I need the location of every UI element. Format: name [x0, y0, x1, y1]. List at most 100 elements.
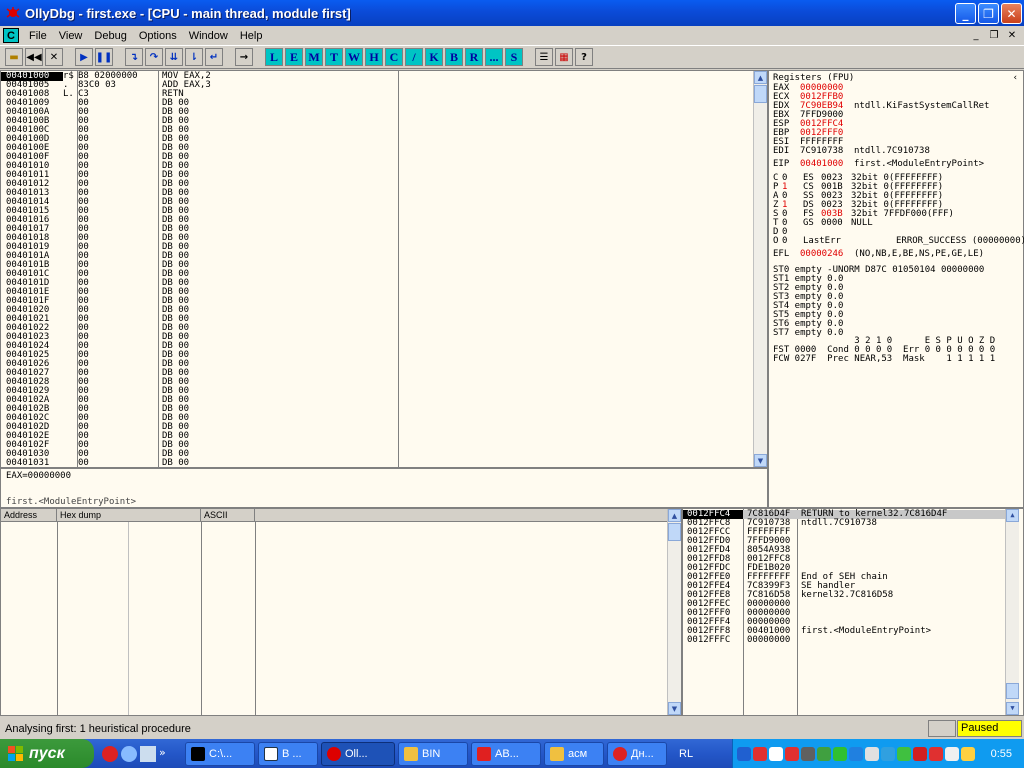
disasm-row[interactable]: 00401025 00 DB 00	[1, 351, 753, 360]
task-ab[interactable]: AB...	[471, 741, 541, 766]
opera-icon[interactable]	[102, 745, 118, 762]
stack-row[interactable]: 0012FFF8 00401000 first.<ModuleEntryPoint>	[683, 627, 1005, 636]
stack-row[interactable]: 0012FFCC FFFFFFFF	[683, 528, 1005, 537]
handles-button[interactable]: H	[365, 48, 383, 66]
disasm-row[interactable]: 0040102E 00 DB 00	[1, 432, 753, 441]
flag-row[interactable]: T 0 GS 0000 NULL	[773, 219, 1016, 228]
run-icon[interactable]: ▶	[75, 48, 93, 66]
title-bar[interactable]: OllyDbg - first.exe - [CPU - main thread…	[0, 0, 1024, 26]
tray-shield-icon[interactable]	[849, 746, 863, 761]
flag-row[interactable]: O 0 LastErr ERROR_SUCCESS (00000000)	[773, 237, 1024, 246]
disasm-row[interactable]: 00401023 00 DB 00	[1, 333, 753, 342]
disasm-row[interactable]: 0040102B 00 DB 00	[1, 405, 753, 414]
menu-debug[interactable]: Debug	[88, 27, 132, 44]
tray-monitor-icon[interactable]	[945, 746, 959, 761]
stack-row[interactable]: 0012FFD0 7FFD9000	[683, 537, 1005, 546]
tray-drive-icon[interactable]	[881, 746, 895, 761]
disasm-row[interactable]: 0040100F 00 DB 00	[1, 153, 753, 162]
stack-scrollbar[interactable]: ▲ ▼	[1005, 509, 1019, 715]
tray-app-icon[interactable]	[817, 746, 831, 761]
quick-launch-more-icon[interactable]: »	[159, 746, 166, 762]
disasm-row[interactable]: 0040102C 00 DB 00	[1, 414, 753, 423]
fpu-control-word[interactable]: FCW 027F Prec NEAR,53 Mask 1 1 1 1 1	[773, 355, 995, 364]
disasm-row[interactable]: 0040101D 00 DB 00	[1, 279, 753, 288]
breakpoints-button[interactable]: B	[445, 48, 463, 66]
disasm-row[interactable]: 00401020 00 DB 00	[1, 306, 753, 315]
dump-col-hex[interactable]: Hex dump	[57, 509, 201, 521]
disasm-row[interactable]: 00401031 00 DB 00	[1, 459, 753, 468]
disasm-row[interactable]: 00401009 00 DB 00	[1, 99, 753, 108]
menu-view[interactable]: View	[53, 27, 89, 44]
disasm-row[interactable]: 0040102A 00 DB 00	[1, 396, 753, 405]
dump-col-address[interactable]: Address	[1, 509, 57, 521]
open-icon[interactable]: ▬	[5, 48, 23, 66]
disasm-row[interactable]: 0040101C 00 DB 00	[1, 270, 753, 279]
disasm-row[interactable]: 00401018 00 DB 00	[1, 234, 753, 243]
task-browser[interactable]: Дн...	[607, 741, 667, 766]
disasm-row[interactable]: 0040102D 00 DB 00	[1, 423, 753, 432]
stack-row[interactable]: 0012FFD8 0012FFC8	[683, 555, 1005, 564]
disasm-row[interactable]: 00401019 00 DB 00	[1, 243, 753, 252]
dump-pane[interactable]: Address Hex dump ASCII ▲ ▼	[0, 508, 682, 716]
disasm-row[interactable]: 00401015 00 DB 00	[1, 207, 753, 216]
tray-network-icon[interactable]	[737, 746, 751, 761]
desktop-icon[interactable]	[140, 745, 156, 762]
pause-icon[interactable]: ❚❚	[95, 48, 113, 66]
tray-update-icon[interactable]	[897, 746, 911, 761]
stack-row[interactable]: 0012FFC8 7C910738 ntdll.7C910738	[683, 519, 1005, 528]
color-grid-icon[interactable]: ▦	[555, 48, 573, 66]
disasm-row[interactable]: 00401008 L. C3 RETN	[1, 90, 753, 99]
references-button[interactable]: R	[465, 48, 483, 66]
disasm-row[interactable]: 00401011 00 DB 00	[1, 171, 753, 180]
tray-ati-icon[interactable]	[913, 746, 927, 761]
tray-opera-icon[interactable]	[785, 746, 799, 761]
disasm-row[interactable]: 00401030 00 DB 00	[1, 450, 753, 459]
disasm-row[interactable]: 0040102F 00 DB 00	[1, 441, 753, 450]
disasm-row[interactable]: 0040100A 00 DB 00	[1, 108, 753, 117]
disasm-row[interactable]: 00401029 00 DB 00	[1, 387, 753, 396]
trace-into-icon[interactable]: ⇊	[165, 48, 183, 66]
mdi-minimize-button[interactable]: _	[968, 28, 984, 42]
memory-map-button[interactable]: M	[305, 48, 323, 66]
task-cmd[interactable]: C:\...	[185, 741, 255, 766]
disassembly-scrollbar[interactable]: ▲ ▼	[753, 71, 767, 467]
mdi-restore-button[interactable]: ❐	[986, 28, 1002, 42]
disassembly-pane[interactable]: 00401000 r$ B8 02000000 MOV EAX,2 00401005. 8…	[0, 70, 768, 468]
tray-speaker-icon[interactable]	[801, 746, 815, 761]
run-trace-button[interactable]: ...	[485, 48, 503, 66]
step-over-icon[interactable]: ↷	[145, 48, 163, 66]
tray-antivirus-icon[interactable]	[753, 746, 767, 761]
start-button[interactable]: пуск	[0, 739, 94, 768]
disasm-row[interactable]: 00401022 00 DB 00	[1, 324, 753, 333]
tray-alert-icon[interactable]	[929, 746, 943, 761]
task-word[interactable]: В ...	[258, 741, 318, 766]
stack-row[interactable]: 0012FFE8 7C816D58 kernel32.7C816D58	[683, 591, 1005, 600]
execute-till-return-icon[interactable]: ↵	[205, 48, 223, 66]
disasm-row[interactable]: 00401021 00 DB 00	[1, 315, 753, 324]
cpu-button[interactable]: C	[385, 48, 403, 66]
task-bin-folder[interactable]: BIN	[398, 741, 468, 766]
modules-window-button[interactable]: E	[285, 48, 303, 66]
disasm-row[interactable]: 0040100E 00 DB 00	[1, 144, 753, 153]
disasm-row[interactable]: 0040100B 00 DB 00	[1, 117, 753, 126]
disasm-row[interactable]: 00401014 00 DB 00	[1, 198, 753, 207]
source-button[interactable]: S	[505, 48, 523, 66]
help-icon[interactable]: ?	[575, 48, 593, 66]
stack-pane[interactable]: 0012FFC4 7C816D4F RETURN to kernel32.7C816…	[682, 508, 1024, 716]
disasm-row[interactable]: 00401024 00 DB 00	[1, 342, 753, 351]
disasm-row[interactable]: 00401010 00 DB 00	[1, 162, 753, 171]
language-indicator[interactable]: RL	[679, 748, 693, 760]
close-button[interactable]: ✕	[1001, 3, 1022, 24]
patches-button[interactable]: /	[405, 48, 423, 66]
maximize-button[interactable]: ❐	[978, 3, 999, 24]
tray-keyboard-icon[interactable]	[961, 746, 975, 761]
log-window-button[interactable]: L	[265, 48, 283, 66]
disasm-row[interactable]: 00401028 00 DB 00	[1, 378, 753, 387]
register-edi[interactable]: EDI 7C910738 ntdll.7C910738	[773, 147, 989, 156]
disasm-row[interactable]: 00401005. 83C0 03 ADD EAX,3	[1, 81, 753, 90]
cpu-window-icon[interactable]: C	[3, 28, 19, 43]
dump-col-ascii[interactable]: ASCII	[201, 509, 255, 521]
tray-connection-icon[interactable]	[833, 746, 847, 761]
disasm-row[interactable]: 0040100D 00 DB 00	[1, 135, 753, 144]
stack-row[interactable]: 0012FFFC 00000000	[683, 636, 1005, 645]
